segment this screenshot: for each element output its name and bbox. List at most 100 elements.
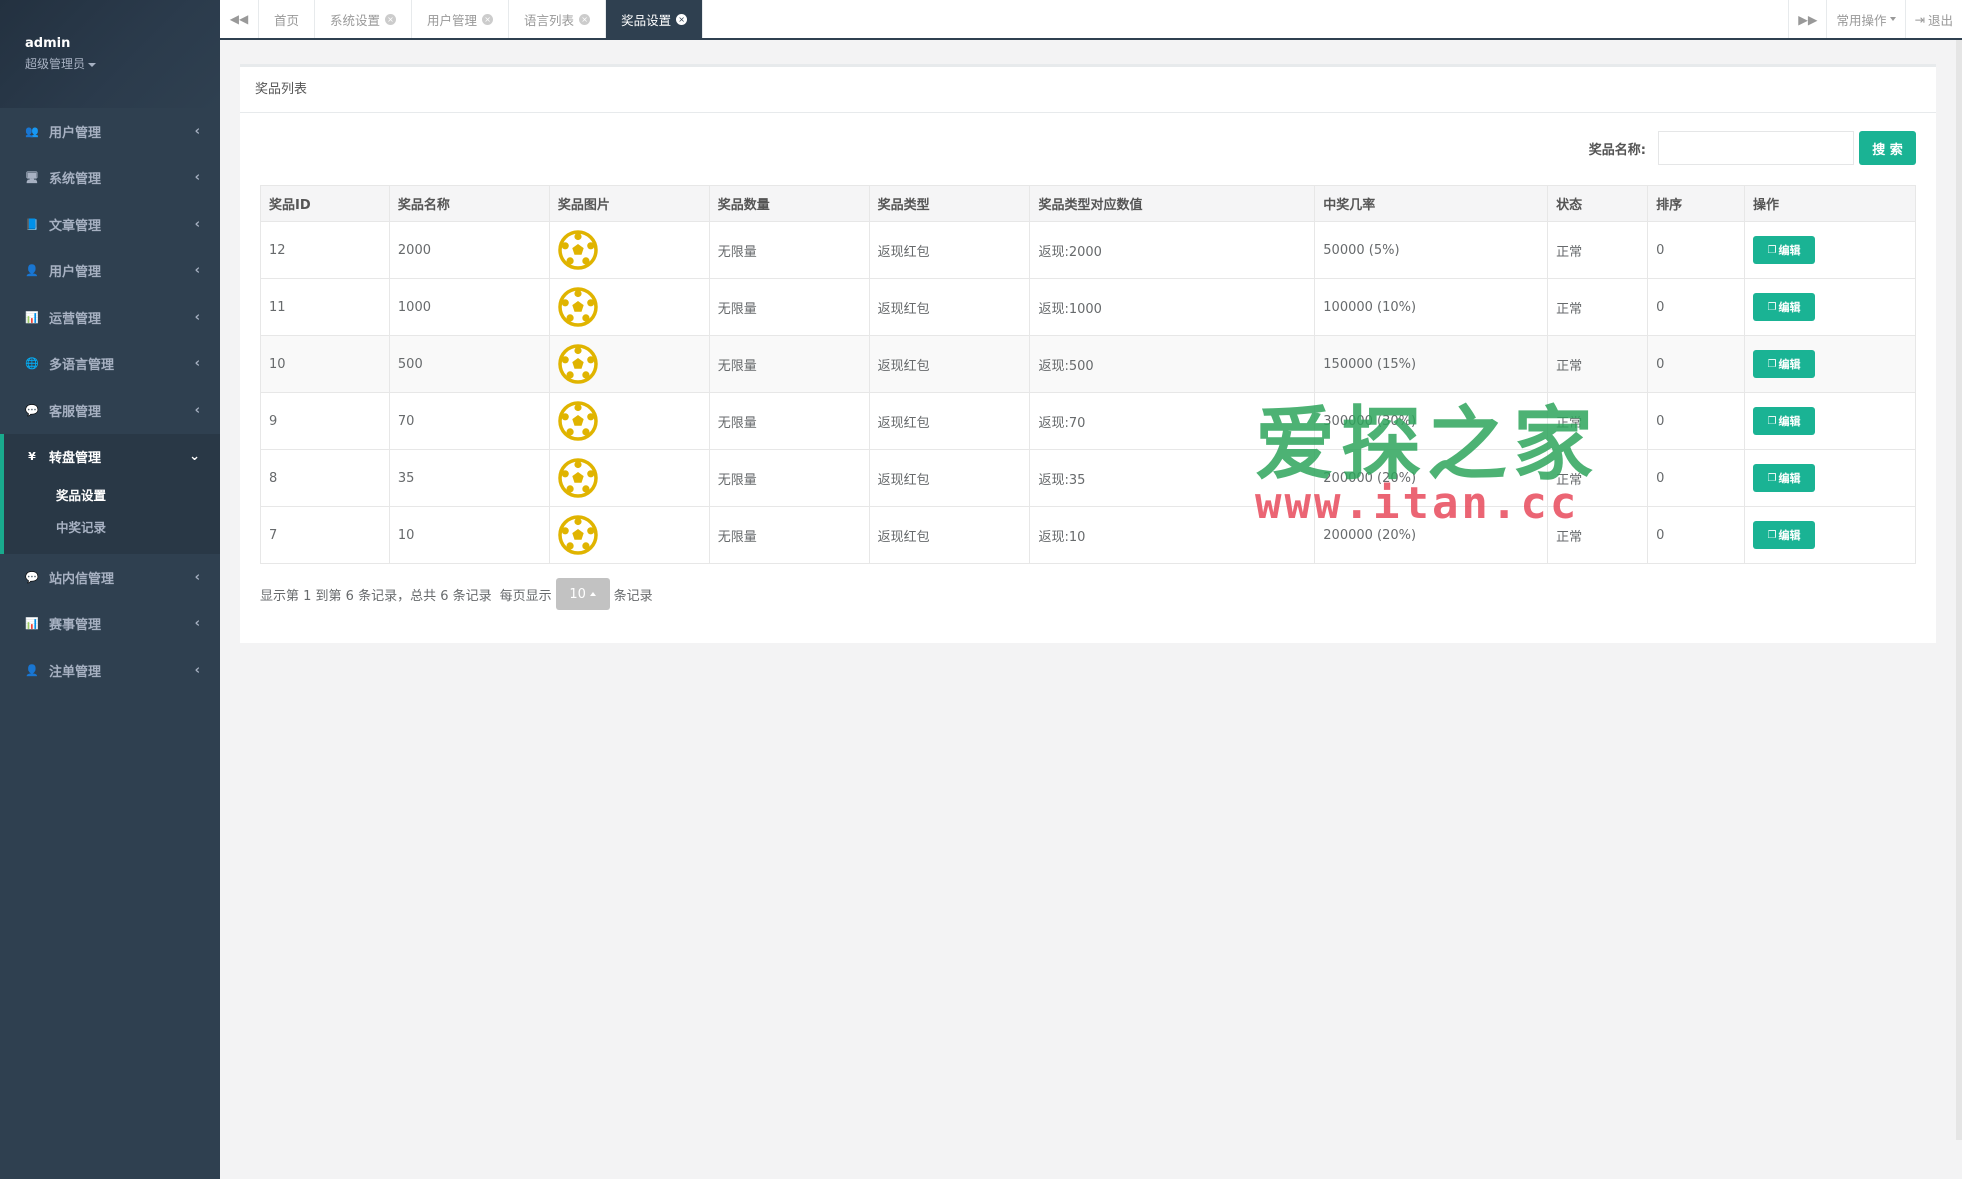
edit-button[interactable]: ❐ 编辑 [1753,521,1815,549]
cell-status: 正常 [1547,221,1649,279]
tabs-scroll-left-button[interactable]: ◀◀ [220,0,259,38]
page-size-value: 10 [569,586,586,602]
edit-button[interactable]: ❐ 编辑 [1753,407,1815,435]
cell-status: 正常 [1547,449,1649,507]
sidebar-item-wheel[interactable]: ¥ 转盘管理 ⌄ [4,434,220,481]
cell-status: 正常 [1547,392,1649,450]
scrollbar[interactable] [1956,40,1962,1140]
copy-icon: ❐ [1767,301,1777,313]
edit-button[interactable]: ❐ 编辑 [1753,236,1815,264]
menu-icon: 📊 [25,617,39,631]
cell-sort: 0 [1647,335,1745,393]
cell-rate: 200000 (20%) [1314,449,1549,507]
tab-3[interactable]: 语言列表 × [509,0,607,38]
column-header[interactable]: 奖品类型对应数值 [1029,185,1316,222]
cell-rate: 200000 (20%) [1314,506,1549,564]
pagination: 显示第 1 到第 6 条记录，总共 6 条记录 每页显示 10 条记录 [260,578,653,610]
tab-4[interactable]: 奖品设置 × [606,0,704,38]
sidebar-item-a4[interactable]: 📊 运营管理 ‹ [0,294,220,341]
logout-icon: ⇥ [1914,11,1925,27]
cell-name: 500 [388,335,550,393]
tab-1[interactable]: 系统设置 × [315,0,413,38]
cell-type: 返现红包 [868,278,1031,336]
sidebar-item-a1[interactable]: 🖥 系统管理 ‹ [0,155,220,202]
subnav-winning-records[interactable]: 中奖记录 [4,512,220,544]
prize-name-input[interactable] [1658,131,1854,165]
sidebar-item-a0[interactable]: 👥 用户管理 ‹ [0,108,220,155]
column-header[interactable]: 中奖几率 [1314,185,1549,222]
sidebar-item-label: 用户管理 [49,125,102,141]
cell-sort: 0 [1647,392,1745,450]
tab-label: 首页 [274,12,300,28]
subnav-prize-settings[interactable]: 奖品设置 [4,480,220,512]
copy-icon: ❐ [1767,415,1777,427]
tab-2[interactable]: 用户管理 × [412,0,510,38]
cell-id: 11 [260,278,390,336]
page-size-select[interactable]: 10 [555,578,610,610]
cell-status: 正常 [1547,506,1649,564]
edit-button[interactable]: ❐ 编辑 [1753,464,1815,492]
cell-id: 9 [260,392,390,450]
edit-button[interactable]: ❐ 编辑 [1753,293,1815,321]
column-header[interactable]: 奖品类型 [868,185,1031,222]
sidebar-item-label: 运营管理 [49,311,102,327]
double-right-icon: ▶▶ [1798,11,1818,27]
menu-icon: 👤 [25,663,39,677]
menu-icon: 💬 [25,403,39,417]
copy-icon: ❐ [1767,244,1777,256]
column-header[interactable]: 排序 [1647,185,1745,222]
logout-label: 退出 [1927,12,1953,28]
chevron-left-icon: ‹ [194,170,200,186]
sidebar-item-a2[interactable]: 📘 文章管理 ‹ [0,201,220,248]
logout-button[interactable]: ⇥ 退出 [1904,0,1962,38]
close-icon[interactable]: × [482,13,494,25]
cell-status: 正常 [1547,335,1649,393]
copy-icon: ❐ [1767,472,1777,484]
edit-button[interactable]: ❐ 编辑 [1753,350,1815,378]
menu-icon: 📊 [25,310,39,324]
cell-actions: ❐ 编辑 [1744,506,1916,564]
edit-label: 编辑 [1778,472,1801,485]
cell-value: 返现:500 [1029,335,1316,393]
cell-type: 返现红包 [868,221,1031,279]
close-icon[interactable]: × [385,13,397,25]
column-header[interactable]: 奖品数量 [708,185,870,222]
cell-name: 35 [388,449,550,507]
close-icon[interactable]: × [579,13,591,25]
sidebar-item-b2[interactable]: 👤 注单管理 ‹ [0,647,220,694]
cell-type: 返现红包 [868,392,1031,450]
search-label: 奖品名称: [1588,142,1646,158]
sidebar-item-label: 注单管理 [49,664,102,680]
edit-label: 编辑 [1778,529,1801,542]
table-row: 7 10 无限量 返现红包 返现:10 200000 (20%) 正常 0 ❐ 编辑 [260,506,1916,564]
column-header[interactable]: 奖品图片 [548,185,710,222]
sidebar-item-a3[interactable]: 👤 用户管理 ‹ [0,248,220,295]
sidebar-item-label: 赛事管理 [49,618,102,634]
sidebar-item-a6[interactable]: 💬 客服管理 ‹ [0,387,220,434]
sidebar-item-a5[interactable]: 🌐 多语言管理 ‹ [0,341,220,388]
soccer-ball-icon [558,344,598,384]
search-button[interactable]: 搜 索 [1859,131,1916,165]
column-header[interactable]: 状态 [1547,185,1649,222]
chevron-down-icon: ⌄ [189,449,200,465]
soccer-ball-icon [558,287,598,327]
table-row: 11 1000 无限量 返现红包 返现:1000 100000 (10%) 正常 0 ❐ 编辑 [260,278,1916,336]
edit-label: 编辑 [1778,244,1801,257]
tab-0[interactable]: 首页 [259,0,316,38]
tabs-scroll-right-button[interactable]: ▶▶ [1788,0,1826,38]
column-header[interactable]: 奖品ID [260,185,390,222]
cell-name: 70 [388,392,550,450]
prize-table: 奖品ID 奖品名称 奖品图片 奖品数量 奖品类型 奖品类型对应数值 中奖几率 状态 排序 操作 1… [260,185,1916,564]
cell-rate: 300000 (30%) [1314,392,1549,450]
sidebar-item-b1[interactable]: 📊 赛事管理 ‹ [0,601,220,648]
column-header[interactable]: 奖品名称 [388,185,550,222]
cell-actions: ❐ 编辑 [1744,392,1916,450]
tab-label: 语言列表 [524,12,575,28]
close-icon[interactable]: × [676,13,688,25]
profile-role-dropdown[interactable]: 超级管理员 [25,55,220,72]
sidebar-item-b0[interactable]: 💬 站内信管理 ‹ [0,554,220,601]
common-ops-dropdown[interactable]: 常用操作 [1826,0,1904,38]
column-header[interactable]: 操作 [1744,185,1916,222]
prize-list-panel: 奖品列表 奖品名称: 搜 索 奖品ID 奖品名称 奖品图片 奖品数量 奖品类型 奖品类型对… [240,64,1936,643]
table-row: 10 500 无限量 返现红包 返现:500 150000 (15%) 正常 0 ❐ 编辑 [260,335,1916,393]
